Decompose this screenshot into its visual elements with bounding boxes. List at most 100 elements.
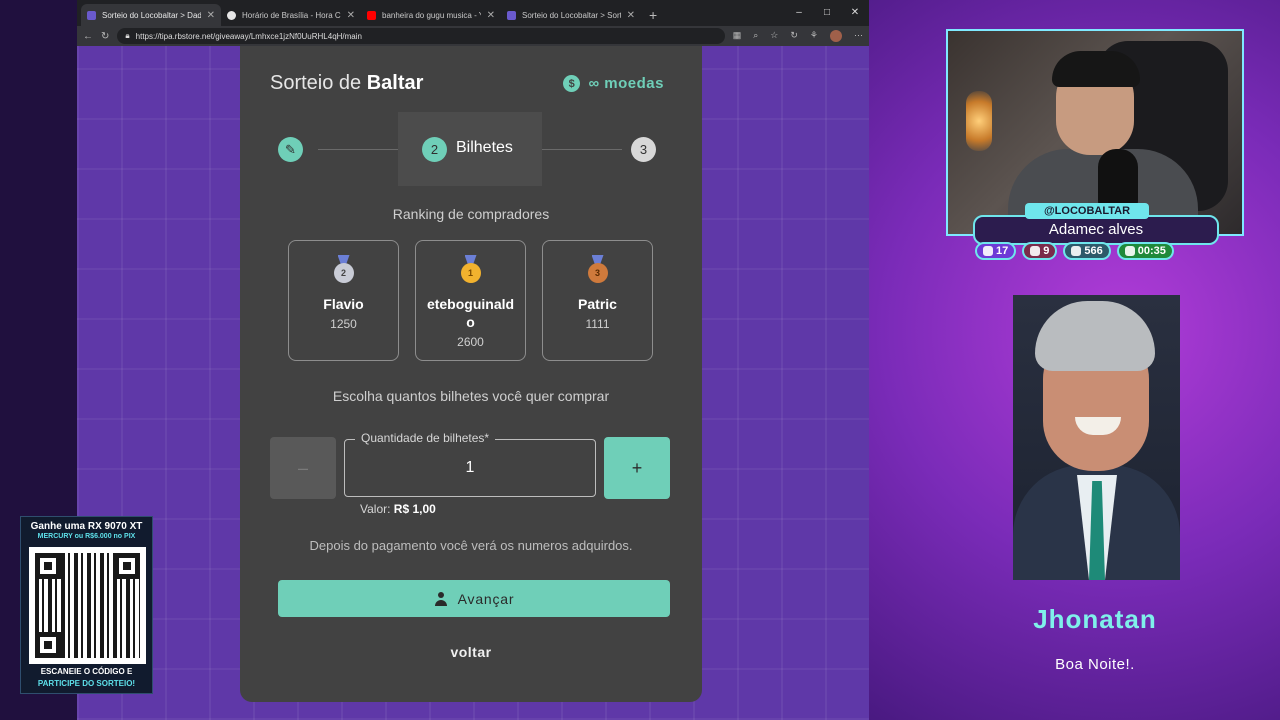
ranking-card: 2 Flavio 1250 bbox=[288, 240, 399, 361]
promo-cta-1: ESCANEIE O CÓDIGO E bbox=[40, 667, 133, 676]
coins-balance: $ ∞ moedas bbox=[563, 75, 664, 92]
promo-cta-2: PARTICIPE DO SORTEIO! bbox=[37, 679, 136, 688]
step-2-label: Bilhetes bbox=[456, 139, 513, 156]
page-viewport: Sorteio de Baltar $ ∞ moedas ✎ 2 Bilhete… bbox=[77, 46, 869, 720]
channel-handle: @LOCOBALTAR bbox=[1025, 203, 1149, 219]
step-connector bbox=[318, 149, 398, 150]
tab-bar: Sorteio do Locobaltar > Dados | T ✕ Horá… bbox=[77, 0, 869, 26]
browser-tab[interactable]: banheira do gugu musica - YouTu ✕ bbox=[361, 4, 501, 26]
toolbar-icons: ▦ ⌕ ☆ ↻ ⚘ ⋯ bbox=[733, 30, 863, 42]
tab-favicon-icon bbox=[227, 10, 236, 20]
coin-icon: $ bbox=[563, 75, 581, 92]
buyer-tickets: 1250 bbox=[330, 317, 357, 331]
streamer-nameplate: Adamec alves @LOCOBALTAR 17 9 566 00:35 bbox=[973, 203, 1219, 263]
close-tab-icon[interactable]: ✕ bbox=[627, 10, 635, 21]
new-tab-button[interactable]: + bbox=[641, 7, 665, 26]
alert-message: Boa Noite!. bbox=[1055, 656, 1135, 673]
title-name: Baltar bbox=[366, 72, 424, 94]
gold-medal-icon: 1 bbox=[460, 255, 482, 285]
lock-icon: 🔒︎ bbox=[125, 31, 130, 40]
kick-viewers: 566 bbox=[1063, 242, 1111, 260]
bronze-medal-icon: 3 bbox=[587, 255, 609, 285]
profile-avatar[interactable] bbox=[830, 30, 842, 42]
step-2-badge: 2 bbox=[422, 137, 447, 162]
twitch-viewers: 17 bbox=[975, 242, 1017, 260]
step-3-badge: 3 bbox=[631, 137, 656, 162]
tab-favicon-icon bbox=[367, 10, 376, 20]
card-header: Sorteio de Baltar $ ∞ moedas bbox=[270, 72, 664, 95]
tab-favicon-icon bbox=[87, 10, 96, 20]
price-value: R$ 1,00 bbox=[393, 502, 436, 516]
kick-icon bbox=[1071, 246, 1082, 256]
price-line: Valor: R$ 1,00 bbox=[360, 502, 436, 516]
youtube-icon bbox=[1030, 246, 1041, 256]
browser-tab[interactable]: Sorteio do Locobaltar > Dados | T ✕ bbox=[81, 4, 221, 26]
silver-medal-icon: 2 bbox=[333, 255, 355, 285]
menu-icon[interactable]: ⋯ bbox=[854, 30, 863, 42]
close-tab-icon[interactable]: ✕ bbox=[347, 10, 355, 21]
url-text: https://tipa.rbstore.net/giveaway/Lmhxce… bbox=[135, 31, 362, 41]
refresh-icon[interactable]: ↻ bbox=[790, 30, 798, 42]
stepper: ✎ 2 Bilhetes 3 bbox=[278, 112, 656, 188]
buyer-tickets: 2600 bbox=[457, 335, 484, 349]
zoom-icon[interactable]: ⌕ bbox=[753, 30, 758, 42]
viewer-stats: 17 9 566 00:35 bbox=[975, 242, 1174, 260]
step-edit-icon[interactable]: ✎ bbox=[278, 137, 303, 162]
choose-tickets-title: Escolha quantos bilhetes você quer compr… bbox=[332, 388, 610, 404]
star-icon[interactable]: ☆ bbox=[770, 30, 778, 42]
tab-title: banheira do gugu musica - YouTu bbox=[382, 10, 481, 20]
page-title: Sorteio de Baltar bbox=[270, 72, 423, 95]
tab-title: Horário de Brasília - Hora Certa O bbox=[242, 10, 341, 20]
close-window-icon[interactable]: ✕ bbox=[841, 0, 869, 24]
buyer-name: Patric bbox=[578, 296, 617, 312]
title-prefix: Sorteio de bbox=[270, 72, 367, 94]
minimize-icon[interactable]: – bbox=[785, 0, 813, 24]
quantity-stepper: – Quantidade de bilhetes* 1 + bbox=[270, 431, 670, 499]
increase-button[interactable]: + bbox=[604, 437, 670, 499]
address-bar-row: ← ↻ 🔒︎ https://tipa.rbstore.net/giveaway… bbox=[77, 26, 869, 46]
reload-icon[interactable]: ↻ bbox=[101, 31, 109, 42]
person-icon bbox=[434, 591, 448, 606]
url-field[interactable]: 🔒︎ https://tipa.rbstore.net/giveaway/Lmh… bbox=[117, 28, 725, 44]
ranking-card: 1 eteboguinaldo 2600 bbox=[415, 240, 526, 361]
reaction-gif bbox=[1013, 295, 1180, 580]
price-label: Valor: bbox=[360, 502, 394, 516]
clock-icon bbox=[1124, 246, 1135, 256]
tab-title: Sorteio do Locobaltar > Sortear | bbox=[522, 10, 621, 20]
browser-tab[interactable]: Sorteio do Locobaltar > Sortear | ✕ bbox=[501, 4, 641, 26]
buyer-name: Flavio bbox=[323, 296, 364, 312]
apps-icon[interactable]: ▦ bbox=[733, 30, 742, 42]
alert-donor-name: Jhonatan bbox=[1033, 604, 1157, 634]
maximize-icon[interactable]: □ bbox=[813, 0, 841, 24]
ranking-card: 3 Patric 1111 bbox=[542, 240, 653, 361]
coins-label: ∞ moedas bbox=[588, 75, 664, 92]
next-button[interactable]: Avançar bbox=[278, 580, 670, 617]
tab-favicon-icon bbox=[507, 10, 516, 20]
back-icon[interactable]: ← bbox=[83, 31, 93, 42]
next-button-label: Avançar bbox=[457, 590, 515, 607]
window-controls: – □ ✕ bbox=[785, 0, 869, 24]
browser-window: Sorteio do Locobaltar > Dados | T ✕ Horá… bbox=[77, 0, 869, 720]
stream-timer: 00:35 bbox=[1116, 242, 1174, 260]
promo-subline: MERCURY ou R$6.000 no PIX bbox=[37, 533, 136, 540]
browser-tab[interactable]: Horário de Brasília - Hora Certa O ✕ bbox=[221, 4, 361, 26]
back-button[interactable]: voltar bbox=[240, 644, 702, 660]
buyer-name: eteboguinaldo bbox=[426, 296, 515, 330]
quantity-value: 1 bbox=[465, 459, 475, 476]
decrease-button[interactable]: – bbox=[270, 437, 336, 499]
twitch-icon bbox=[983, 246, 993, 256]
viewer-name: Adamec alves bbox=[973, 215, 1219, 245]
close-tab-icon[interactable]: ✕ bbox=[487, 10, 495, 21]
buyer-tickets: 1111 bbox=[585, 317, 610, 331]
extensions-icon[interactable]: ⚘ bbox=[810, 30, 818, 42]
promo-headline: Ganhe uma RX 9070 XT bbox=[30, 521, 143, 532]
quantity-field[interactable]: Quantidade de bilhetes* 1 bbox=[344, 431, 596, 497]
close-tab-icon[interactable]: ✕ bbox=[207, 10, 215, 21]
qr-code-icon bbox=[29, 547, 146, 664]
qr-promo-panel: Ganhe uma RX 9070 XT MERCURY ou R$6.000 … bbox=[20, 516, 153, 694]
step-connector bbox=[542, 149, 622, 150]
ranking-list: 2 Flavio 1250 1 eteboguinaldo 2600 3 Pat… bbox=[288, 240, 653, 361]
ranking-title: Ranking de compradores bbox=[392, 206, 550, 222]
giveaway-card: Sorteio de Baltar $ ∞ moedas ✎ 2 Bilhete… bbox=[240, 46, 702, 702]
payment-note: Depois do pagamento você verá os numeros… bbox=[309, 538, 633, 553]
